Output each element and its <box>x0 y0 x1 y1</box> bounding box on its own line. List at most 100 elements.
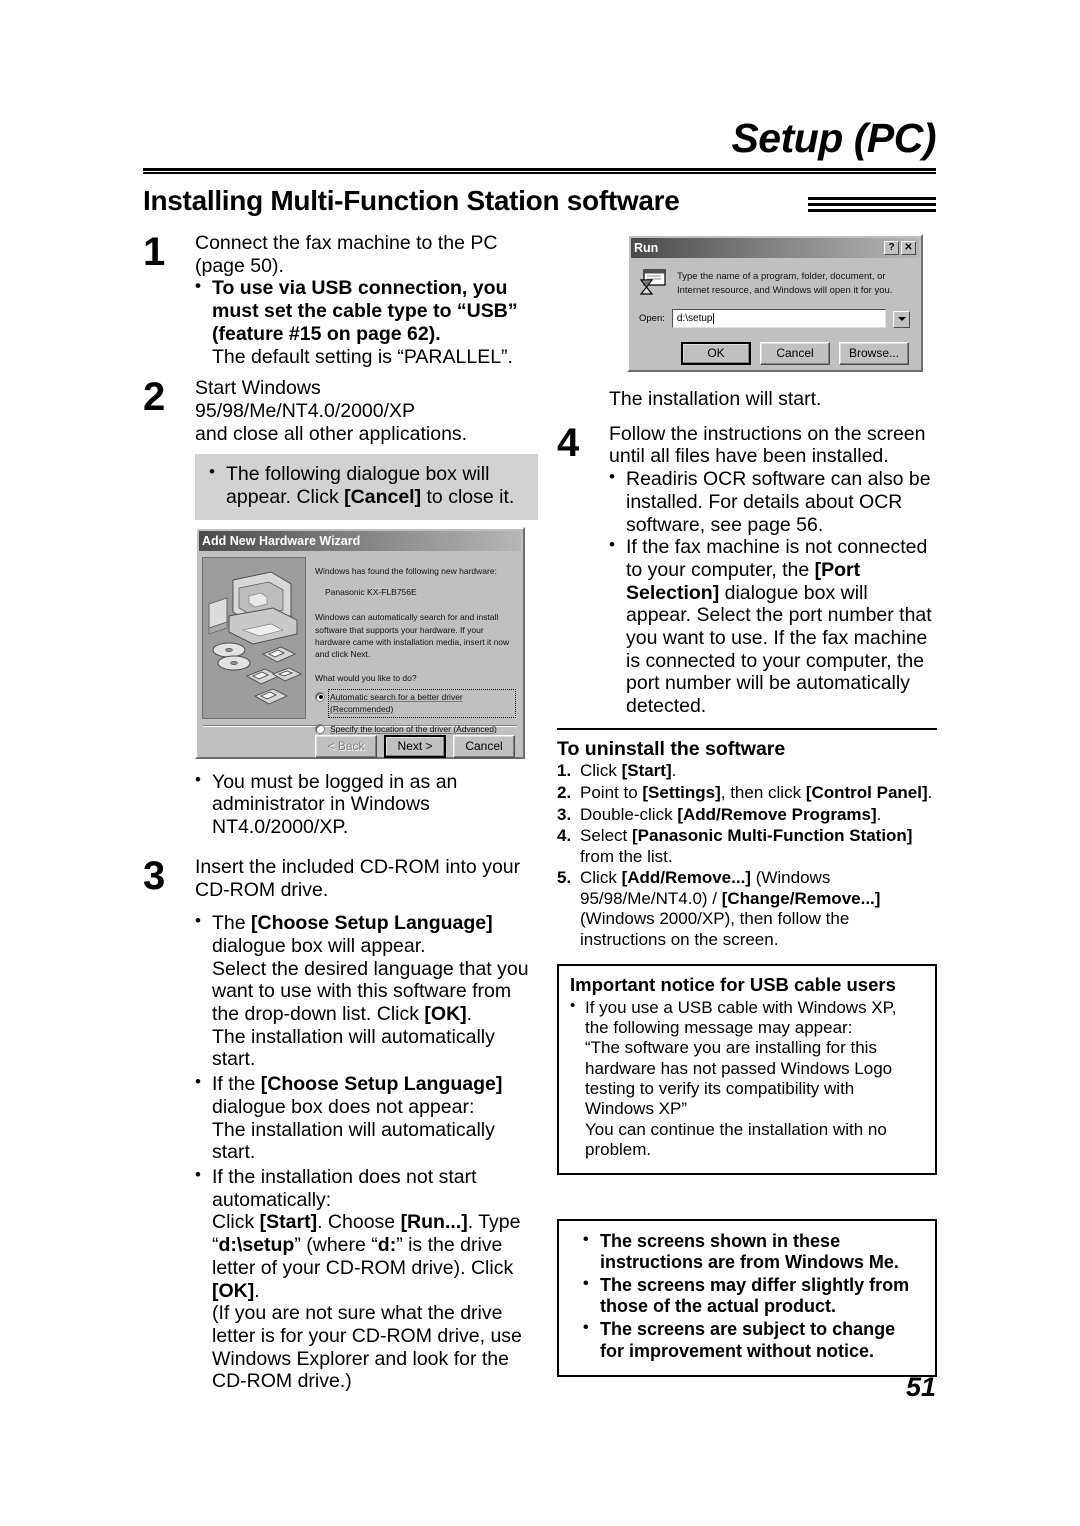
usb-notice-bullet: If you use a USB cable with Windows XP, … <box>570 997 924 1039</box>
step-1-bullet-usb: To use via USB connection, you must set … <box>195 276 538 345</box>
u2-bold: [Settings] <box>642 783 721 803</box>
u2-c: . <box>927 783 933 803</box>
run-open-input[interactable]: d:\setup <box>671 309 886 328</box>
run-open-label: Open: <box>639 313 665 324</box>
b2-bold: [Choose Setup Language] <box>260 1073 503 1096</box>
installation-will-start: The installation will start. <box>609 388 822 410</box>
step-4-bullet-ocr: Readiris OCR software can also be instal… <box>609 467 937 536</box>
run-browse-button[interactable]: Browse... <box>839 342 909 365</box>
wizard-found-text: Windows has found the following new hard… <box>315 565 497 576</box>
run-icon-glyph <box>639 269 666 295</box>
b1-body-b: . <box>466 1003 473 1026</box>
right-column: Run ? ✕ Type the name of a program, fold… <box>557 232 937 1378</box>
b3-l2-drive: d: <box>377 1234 397 1257</box>
b3-l1-start: [Start] <box>259 1211 318 1234</box>
run-dialog-wrapper: Run ? ✕ Type the name of a program, fold… <box>557 232 937 382</box>
u5-n: 5. <box>557 868 572 888</box>
u1-bold: [Start] <box>621 761 672 781</box>
step-1-line-2: (page 50). <box>195 254 284 277</box>
manual-page: Setup (PC) Installing Multi-Function Sta… <box>0 0 1080 1526</box>
u5-bold: [Add/Remove...] <box>621 868 751 888</box>
run-title-buttons: ? ✕ <box>884 241 916 255</box>
b3-l2-b: ” (where “ <box>294 1234 378 1257</box>
step-3-run-line-1: Click [Start]. Choose [Run...]. Type <box>195 1211 538 1234</box>
step-1-number: 1 <box>143 230 166 274</box>
wizard-radio-specify-location[interactable]: Specify the location of the driver (Adva… <box>315 723 514 735</box>
usb-notice-heading: Important notice for USB cable users <box>570 973 896 995</box>
chevron-down-icon[interactable] <box>893 310 910 328</box>
b3-l2-path: d:\setup <box>218 1234 295 1257</box>
cancel-dialogue-callout: The following dialogue box will appear. … <box>195 454 538 520</box>
s4-b2-a: If the fax machine is not connected to y… <box>626 536 928 581</box>
u4-b: from the list. <box>580 846 673 866</box>
section-title: Installing Multi-Function Station softwa… <box>143 185 680 216</box>
step-4-bullet-port-selection: If the fax machine is not connected to y… <box>609 535 937 718</box>
step-3-line-1: Insert the included CD-ROM into your <box>195 855 521 878</box>
text-caret <box>713 313 715 324</box>
u1-a: Click <box>580 761 622 781</box>
step-3-language-body: Select the desired language that you wan… <box>195 958 538 1026</box>
u4-n: 4. <box>557 826 572 846</box>
wizard-radio-automatic-search[interactable]: Automatic search for a better driver (Re… <box>315 688 516 718</box>
b2-lead: If the <box>212 1073 261 1096</box>
screens-notice-bullet-2: The screens may differ slightly from tho… <box>583 1274 921 1318</box>
usb-notice-box: Important notice for USB cable users If … <box>557 963 937 1175</box>
u3-a: Double-click <box>580 804 678 824</box>
screens-notice-bullet-3: The screens are subject to change for im… <box>583 1318 921 1362</box>
run-open-value: d:\setup <box>676 313 713 324</box>
header-rule <box>143 168 936 174</box>
b3-l1-b: . Choose <box>317 1211 401 1234</box>
uninstall-step-1: 1. Click [Start]. <box>557 761 937 782</box>
u3-bold: [Add/Remove Programs] <box>677 804 877 824</box>
help-icon[interactable]: ? <box>884 241 899 255</box>
run-cancel-button[interactable]: Cancel <box>760 342 830 365</box>
u1-n: 1. <box>557 761 572 781</box>
step-3-auto-start-2: The installation will automatically star… <box>212 1118 495 1164</box>
run-ok-button[interactable]: OK <box>681 342 751 365</box>
b3-l2-d: . <box>254 1279 260 1302</box>
wizard-device-name: Panasonic KX-FLB756E <box>325 587 417 598</box>
wizard-back-button[interactable]: < Back <box>315 734 377 758</box>
step-4: 4 Follow the instructions on the screen … <box>557 423 937 718</box>
u3-b: . <box>876 804 882 824</box>
screens-notice-bullet-1: The screens shown in these instructions … <box>583 1230 921 1274</box>
step-3-number: 3 <box>143 853 166 898</box>
b3-l2-ok: [OK] <box>212 1279 255 1302</box>
step-4-line-2: until all files have been installed. <box>609 445 889 468</box>
step-3-bullet-manual-run: If the installation does not start autom… <box>195 1165 538 1211</box>
radio-unselected-icon[interactable] <box>315 723 325 734</box>
uninstall-step-4: 4. Select [Panasonic Multi-Function Stati… <box>557 826 937 867</box>
screens-notice-box: The screens shown in these instructions … <box>557 1218 937 1378</box>
u3-n: 3. <box>557 804 572 824</box>
b2-tail: dialogue box does not appear: <box>212 1095 475 1118</box>
wizard-option-2-label: Specify the location of the driver (Adva… <box>330 723 497 734</box>
step-3-auto-start-1: The installation will automatically star… <box>212 1025 495 1071</box>
uninstall-section: To uninstall the software 1. Click [Start… <box>557 738 937 951</box>
wizard-question: What would you like to do? <box>315 672 417 683</box>
u2-b: , then click <box>720 783 806 803</box>
run-hourglass-icon <box>639 268 667 298</box>
b1-lead: The <box>212 912 252 935</box>
u5-c: (Windows 2000/XP), then follow the instr… <box>580 909 850 949</box>
uninstall-divider <box>557 727 937 730</box>
computer-media-illustration <box>208 571 303 705</box>
add-new-hardware-wizard-dialog: Add New Hardware Wizard Windows has foun… <box>195 526 525 759</box>
u1-b: . <box>671 761 677 781</box>
wizard-next-button[interactable]: Next > <box>384 734 446 758</box>
step-1-default-note: The default setting is “PARALLEL”. <box>212 345 513 368</box>
b3-l1-c: . Type <box>467 1211 521 1234</box>
step-3-run-line-2: “d:\setup” (where “d:” is the drive lett… <box>195 1234 538 1302</box>
usb-notice-quote: “The software you are installing for thi… <box>585 1038 893 1119</box>
step-4-number: 4 <box>557 420 580 465</box>
close-icon[interactable]: ✕ <box>901 241 916 255</box>
wizard-illustration <box>202 556 306 719</box>
chapter-title: Setup (PC) <box>731 115 936 161</box>
u2-bold2: [Control Panel] <box>805 783 928 803</box>
u4-bold: [Panasonic Multi-Function Station] <box>631 826 913 846</box>
wizard-title-bar: Add New Hardware Wizard <box>199 530 521 551</box>
run-dialog: Run ? ✕ Type the name of a program, fold… <box>627 234 923 372</box>
wizard-cancel-button[interactable]: Cancel <box>453 734 515 758</box>
wizard-title-text: Add New Hardware Wizard <box>202 533 361 548</box>
b1-tail: dialogue box will appear. <box>212 934 426 957</box>
radio-selected-icon[interactable] <box>315 691 325 702</box>
